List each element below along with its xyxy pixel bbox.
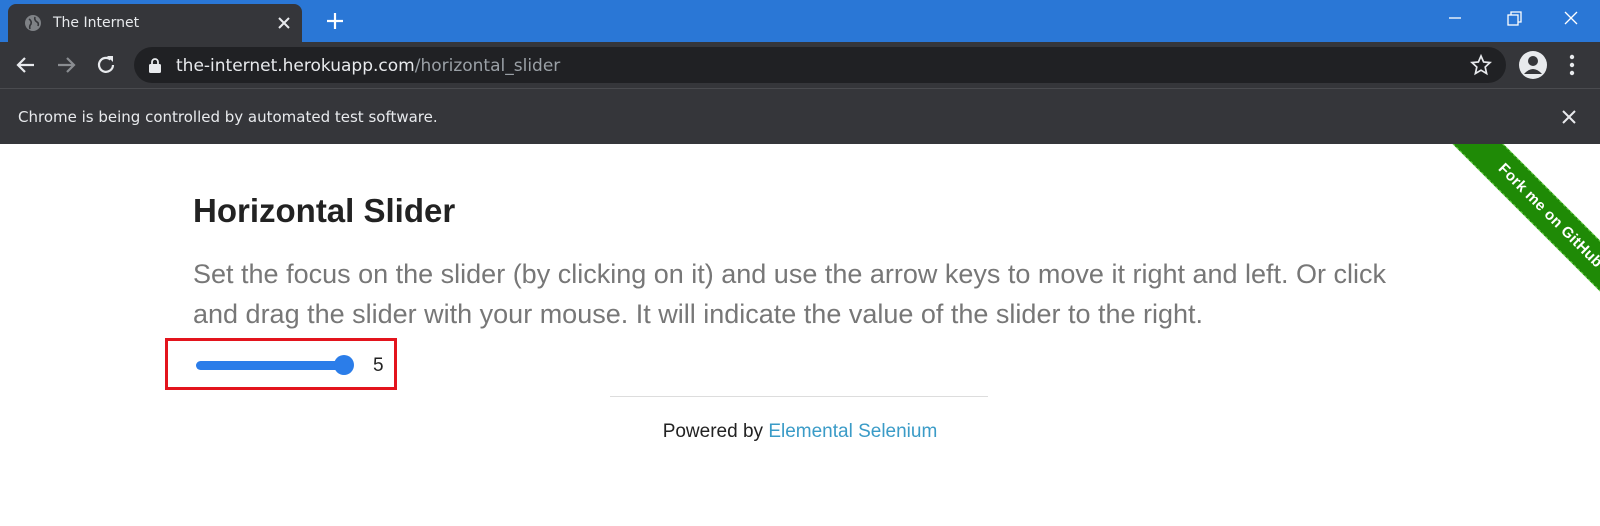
reload-icon[interactable] bbox=[93, 52, 119, 78]
page-description: Set the focus on the slider (by clicking… bbox=[193, 259, 1387, 329]
page-title: Horizontal Slider bbox=[193, 192, 456, 229]
lock-icon bbox=[149, 58, 161, 73]
url-path: /horizontal_slider bbox=[414, 56, 561, 76]
bookmark-star-icon[interactable] bbox=[1470, 54, 1492, 76]
automation-infobar: Chrome is being controlled by automated … bbox=[0, 88, 1600, 144]
slider-track[interactable] bbox=[196, 361, 346, 370]
tab-title: The Internet bbox=[53, 15, 140, 31]
close-tab-icon[interactable] bbox=[274, 13, 294, 33]
back-arrow-icon[interactable] bbox=[13, 52, 39, 78]
profile-avatar-icon[interactable] bbox=[1518, 50, 1548, 80]
infobar-close-icon[interactable] bbox=[1558, 106, 1580, 128]
elemental-selenium-link[interactable]: Elemental Selenium bbox=[768, 421, 937, 442]
fork-ribbon-text[interactable]: Fork me on GitHub bbox=[1445, 144, 1600, 321]
page-content: Fork me on GitHub Horizontal Slider Set … bbox=[0, 144, 1600, 526]
footer-prefix: Powered by bbox=[662, 421, 769, 442]
url-host: the-internet.herokuapp.com bbox=[176, 56, 415, 76]
url-text: the-internet.herokuapp.com/horizontal_sl… bbox=[176, 56, 560, 76]
globe-icon bbox=[25, 15, 41, 31]
footer-divider bbox=[610, 396, 988, 397]
restore-icon[interactable] bbox=[1498, 6, 1528, 32]
more-menu-icon[interactable] bbox=[1562, 52, 1582, 78]
infobar-text: Chrome is being controlled by automated … bbox=[18, 108, 438, 126]
slider-value: 5 bbox=[373, 355, 384, 376]
browser-tab[interactable]: The Internet bbox=[8, 4, 302, 42]
address-bar[interactable]: the-internet.herokuapp.com/horizontal_sl… bbox=[134, 47, 1506, 83]
minimize-icon[interactable] bbox=[1440, 6, 1470, 32]
forward-arrow-icon[interactable] bbox=[53, 52, 79, 78]
browser-toolbar: the-internet.herokuapp.com/horizontal_sl… bbox=[0, 42, 1600, 88]
footer: Powered by Elemental Selenium bbox=[0, 421, 1600, 443]
slider-thumb[interactable] bbox=[334, 355, 354, 375]
slider-highlight-box: 5 bbox=[165, 338, 397, 390]
title-bar: The Internet bbox=[0, 0, 1600, 42]
window-close-icon[interactable] bbox=[1556, 6, 1586, 32]
new-tab-icon[interactable] bbox=[324, 10, 346, 32]
